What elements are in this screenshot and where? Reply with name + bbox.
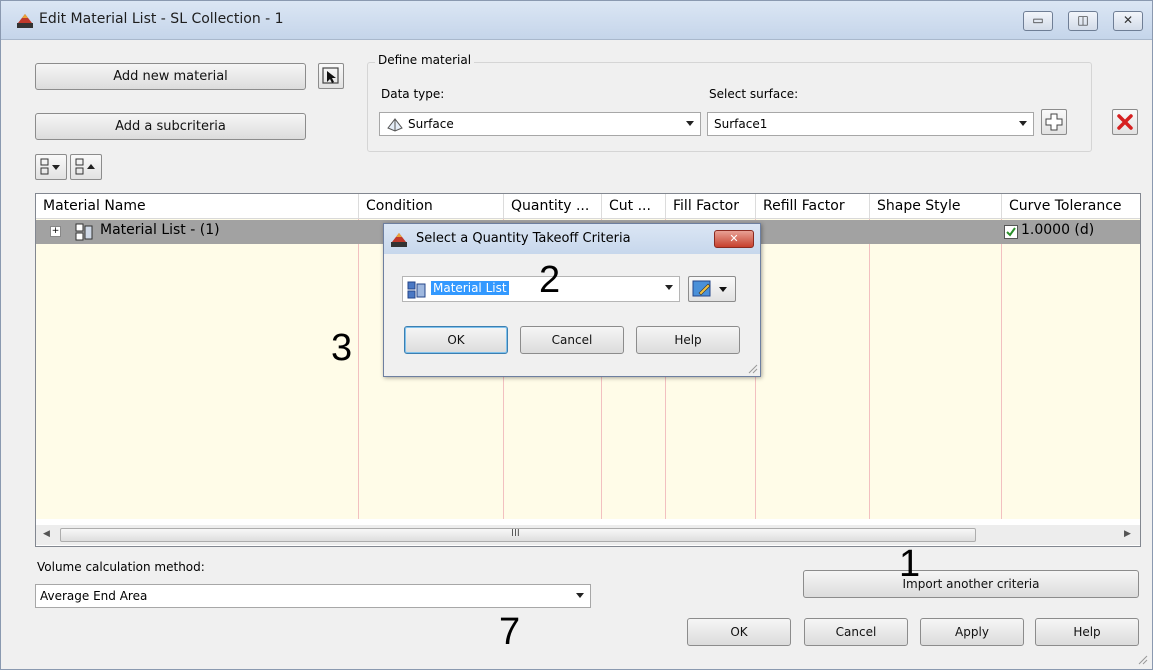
edit-material-list-window: Edit Material List - SL Collection - 1 ▭… bbox=[0, 0, 1153, 670]
column-header[interactable]: Refill Factor bbox=[756, 194, 870, 218]
column-header[interactable]: Fill Factor bbox=[666, 194, 756, 218]
column-divider bbox=[1001, 219, 1002, 519]
expand-tree-button[interactable] bbox=[35, 154, 67, 180]
horizontal-scrollbar[interactable]: ◀ III ▶ bbox=[36, 525, 1140, 545]
column-divider bbox=[869, 219, 870, 519]
volume-method-value: Average End Area bbox=[40, 589, 148, 603]
curve-tolerance-checkbox[interactable] bbox=[1004, 225, 1018, 239]
column-divider bbox=[358, 219, 359, 519]
dialog-help-button[interactable]: Help bbox=[636, 326, 740, 354]
dialog-ok-button[interactable]: OK bbox=[404, 326, 508, 354]
delete-button[interactable] bbox=[1112, 109, 1138, 135]
minimize-icon: ▭ bbox=[1032, 13, 1044, 27]
maximize-icon: ◫ bbox=[1077, 13, 1089, 27]
add-subcriteria-button[interactable]: Add a subcriteria bbox=[35, 113, 306, 140]
material-name-cell: Material List - (1) bbox=[100, 222, 220, 238]
import-criteria-button[interactable]: Import another criteria bbox=[803, 570, 1139, 598]
curve-tolerance-cell: 1.0000 (d) bbox=[1021, 222, 1095, 238]
expand-node-icon[interactable]: + bbox=[50, 226, 61, 237]
volume-method-label: Volume calculation method: bbox=[37, 560, 205, 574]
annotation-number: 1 bbox=[899, 543, 921, 585]
annotation-number: 7 bbox=[499, 611, 521, 653]
criteria-value: Material List bbox=[431, 281, 509, 295]
dialog-title: Select a Quantity Takeoff Criteria bbox=[416, 231, 631, 246]
column-header[interactable]: Quantity ... bbox=[504, 194, 602, 218]
add-surface-button[interactable] bbox=[1041, 109, 1067, 135]
close-button[interactable]: ✕ bbox=[1113, 11, 1143, 31]
surface-value: Surface1 bbox=[714, 117, 768, 131]
edit-criteria-button[interactable] bbox=[688, 276, 736, 302]
title-bar[interactable]: Edit Material List - SL Collection - 1 ▭… bbox=[1, 1, 1152, 40]
data-type-label: Data type: bbox=[381, 87, 445, 101]
resize-grip-icon[interactable] bbox=[746, 362, 758, 374]
resize-grip-icon[interactable] bbox=[1136, 653, 1148, 665]
collapse-icon bbox=[75, 158, 95, 175]
dialog-cancel-button[interactable]: Cancel bbox=[520, 326, 624, 354]
dropdown-arrow-icon bbox=[576, 593, 584, 598]
close-icon: ✕ bbox=[1122, 13, 1134, 27]
column-header[interactable]: Condition bbox=[359, 194, 504, 218]
select-surface-label: Select surface: bbox=[709, 87, 799, 101]
window-title: Edit Material List - SL Collection - 1 bbox=[39, 11, 284, 27]
column-header[interactable]: Curve Tolerance bbox=[1002, 194, 1140, 218]
scroll-left-icon[interactable]: ◀ bbox=[43, 529, 50, 539]
pick-from-drawing-button[interactable] bbox=[318, 63, 344, 89]
column-header[interactable]: Cut ... bbox=[602, 194, 666, 218]
select-surface-dropdown[interactable]: Surface1 bbox=[707, 112, 1034, 136]
dropdown-arrow-icon bbox=[686, 121, 694, 126]
expand-icon bbox=[40, 158, 60, 175]
apply-button[interactable]: Apply bbox=[920, 618, 1024, 646]
checkmark-icon bbox=[1006, 227, 1016, 237]
app-icon bbox=[391, 233, 407, 247]
dropdown-arrow-icon bbox=[665, 285, 673, 290]
column-header[interactable]: Material Name bbox=[36, 194, 359, 218]
ok-button[interactable]: OK bbox=[687, 618, 791, 646]
scrollbar-thumb[interactable]: III bbox=[60, 528, 976, 542]
pick-cursor-icon bbox=[322, 67, 339, 84]
material-list-icon bbox=[75, 223, 93, 241]
edit-icon bbox=[692, 280, 727, 297]
dialog-close-button[interactable]: ✕ bbox=[714, 230, 754, 248]
dropdown-arrow-icon bbox=[1019, 121, 1027, 126]
close-icon: ✕ bbox=[729, 232, 739, 245]
volume-method-select[interactable]: Average End Area bbox=[35, 584, 591, 608]
select-criteria-dialog: Select a Quantity Takeoff Criteria ✕ Mat… bbox=[383, 223, 761, 377]
define-material-legend: Define material bbox=[375, 53, 475, 67]
data-type-value: Surface bbox=[408, 117, 454, 131]
criteria-icon bbox=[407, 281, 426, 299]
surface-icon bbox=[387, 118, 403, 132]
scroll-right-icon[interactable]: ▶ bbox=[1124, 529, 1131, 539]
add-new-material-button[interactable]: Add new material bbox=[35, 63, 306, 90]
annotation-number: 2 bbox=[539, 259, 561, 301]
maximize-button[interactable]: ◫ bbox=[1068, 11, 1098, 31]
dialog-title-bar[interactable]: Select a Quantity Takeoff Criteria ✕ bbox=[384, 224, 760, 254]
annotation-number: 3 bbox=[331, 327, 353, 369]
cancel-button[interactable]: Cancel bbox=[804, 618, 908, 646]
define-material-group bbox=[367, 62, 1092, 152]
help-button[interactable]: Help bbox=[1035, 618, 1139, 646]
column-header[interactable]: Shape Style bbox=[870, 194, 1002, 218]
plus-icon bbox=[1045, 113, 1063, 131]
app-icon bbox=[17, 14, 33, 28]
delete-x-icon bbox=[1117, 114, 1133, 130]
data-type-select[interactable]: Surface bbox=[379, 112, 701, 136]
minimize-button[interactable]: ▭ bbox=[1023, 11, 1053, 31]
collapse-tree-button[interactable] bbox=[70, 154, 102, 180]
scroll-grip: III bbox=[511, 528, 520, 539]
